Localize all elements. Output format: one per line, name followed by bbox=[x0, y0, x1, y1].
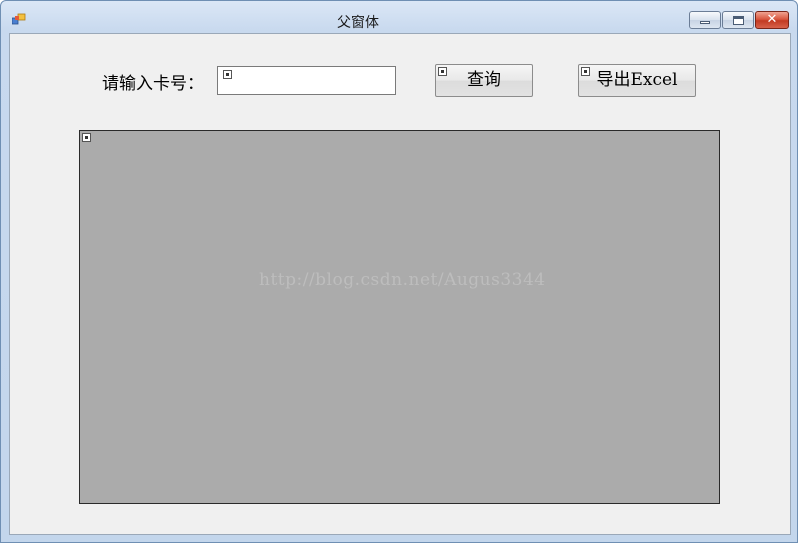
watermark-text: http://blog.csdn.net/Augus3344 bbox=[259, 270, 546, 290]
close-icon: ✕ bbox=[766, 12, 778, 27]
card-number-label: 请输入卡号： bbox=[102, 74, 204, 94]
designer-handle-icon bbox=[82, 133, 91, 142]
minimize-button[interactable] bbox=[689, 11, 721, 29]
query-button[interactable]: 查询 bbox=[435, 64, 533, 97]
window-title: 父窗体 bbox=[337, 15, 379, 31]
designer-handle-icon bbox=[438, 67, 447, 76]
title-bar[interactable]: 父窗体 ✕ bbox=[1, 1, 797, 33]
designer-handle-icon bbox=[223, 70, 232, 79]
close-button[interactable]: ✕ bbox=[755, 11, 789, 29]
minimize-icon bbox=[700, 21, 710, 24]
data-grid-view[interactable] bbox=[79, 130, 720, 504]
card-number-input[interactable] bbox=[217, 66, 396, 95]
designer-handle-icon bbox=[581, 67, 590, 76]
maximize-button[interactable] bbox=[722, 11, 754, 29]
maximize-icon bbox=[733, 16, 744, 25]
export-excel-button[interactable]: 导出Excel bbox=[578, 64, 696, 97]
